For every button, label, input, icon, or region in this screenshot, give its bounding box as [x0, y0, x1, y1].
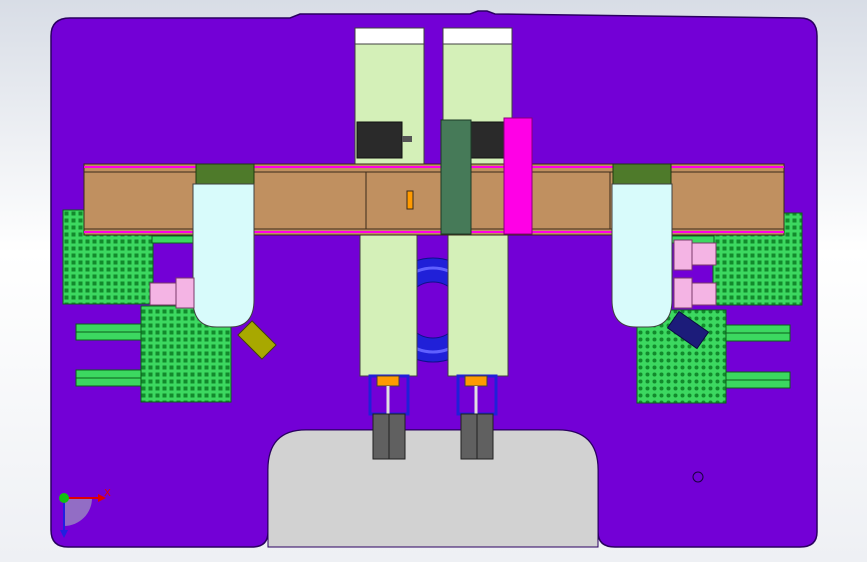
slide-block-lower-left: [360, 234, 417, 376]
green-bar-left: [152, 236, 194, 243]
actuator-nut-right: [465, 376, 487, 386]
motor-right: [465, 122, 510, 158]
gripper-cap-left: [196, 164, 254, 184]
dark-green-clamp: [441, 120, 471, 234]
gripper-cap-right: [613, 164, 671, 184]
magenta-slider: [504, 118, 532, 234]
motor-left-shaft: [402, 136, 412, 142]
slide-block-upper-left-cap: [355, 28, 424, 44]
cad-viewport[interactable]: X: [0, 0, 867, 562]
pink-cylinder-left: [150, 278, 194, 308]
plate-cutout: [268, 430, 598, 547]
actuator-nut-left: [377, 376, 399, 386]
slide-block-lower-right: [448, 234, 508, 376]
orange-tag: [407, 191, 413, 209]
rail-body: [84, 172, 784, 229]
slide-block-upper-right-cap: [443, 28, 512, 44]
gripper-body-right: [612, 184, 672, 327]
plate-hole: [693, 472, 703, 482]
gripper-body-left: [193, 184, 254, 327]
motor-left: [357, 122, 402, 158]
triad-x-label: X: [104, 488, 111, 499]
